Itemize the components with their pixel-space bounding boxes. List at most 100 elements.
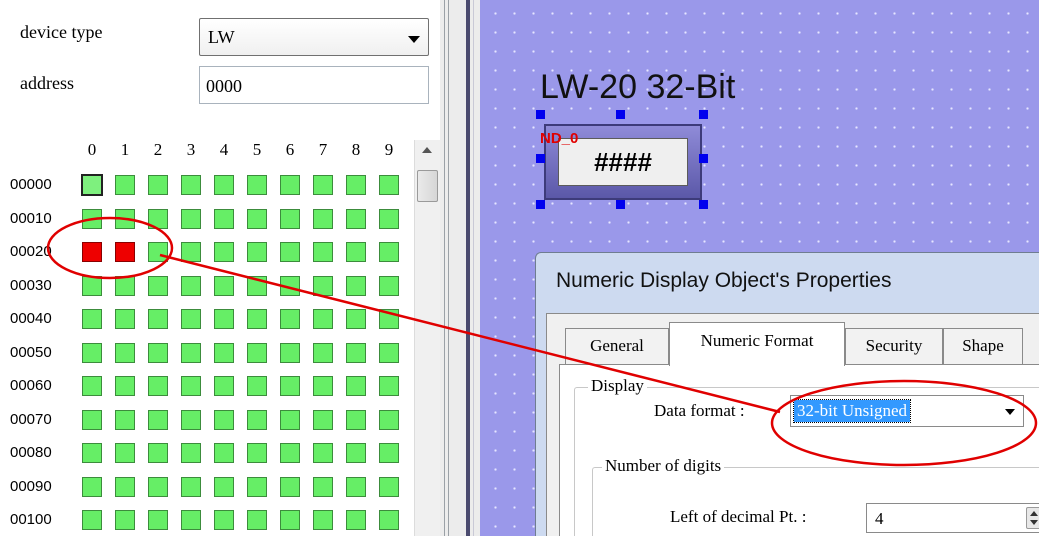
register-cell-00101[interactable]	[115, 510, 135, 530]
register-cell-00057[interactable]	[313, 343, 333, 363]
register-cell-00007[interactable]	[313, 175, 333, 195]
scroll-thumb[interactable]	[417, 170, 438, 202]
register-cell-00108[interactable]	[346, 510, 366, 530]
register-cell-00072[interactable]	[148, 410, 168, 430]
register-cell-00034[interactable]	[214, 276, 234, 296]
register-cell-00061[interactable]	[115, 376, 135, 396]
register-cell-00042[interactable]	[148, 309, 168, 329]
register-cell-00027[interactable]	[313, 242, 333, 262]
register-cell-00016[interactable]	[280, 209, 300, 229]
register-cell-00047[interactable]	[313, 309, 333, 329]
register-cell-00010[interactable]	[82, 209, 102, 229]
register-cell-00031[interactable]	[115, 276, 135, 296]
resize-handle-top-right[interactable]	[699, 110, 708, 119]
register-cell-00055[interactable]	[247, 343, 267, 363]
register-cell-00092[interactable]	[148, 477, 168, 497]
device-type-select[interactable]: LW	[199, 18, 429, 56]
register-cell-00003[interactable]	[181, 175, 201, 195]
left-of-decimal-input[interactable]: 4	[866, 503, 1039, 533]
data-format-select[interactable]: 32-bit Unsigned	[790, 395, 1024, 427]
register-cell-00067[interactable]	[313, 376, 333, 396]
register-cell-00103[interactable]	[181, 510, 201, 530]
register-cell-00017[interactable]	[313, 209, 333, 229]
chevron-down-icon[interactable]	[1005, 409, 1015, 415]
register-cell-00045[interactable]	[247, 309, 267, 329]
register-cell-00068[interactable]	[346, 376, 366, 396]
register-cell-00053[interactable]	[181, 343, 201, 363]
register-cell-00028[interactable]	[346, 242, 366, 262]
chevron-down-icon[interactable]	[408, 36, 420, 43]
register-cell-00106[interactable]	[280, 510, 300, 530]
register-cell-00075[interactable]	[247, 410, 267, 430]
address-input[interactable]: 0000	[199, 66, 429, 104]
grid-scrollbar[interactable]	[414, 140, 440, 536]
register-cell-00089[interactable]	[379, 443, 399, 463]
register-cell-00064[interactable]	[214, 376, 234, 396]
register-cell-00002[interactable]	[148, 175, 168, 195]
tab-numeric-format[interactable]: Numeric Format	[669, 322, 845, 366]
spinner-control[interactable]	[1026, 507, 1039, 529]
register-cell-00038[interactable]	[346, 276, 366, 296]
register-cell-00005[interactable]	[247, 175, 267, 195]
scroll-up-arrow-icon[interactable]	[422, 147, 432, 153]
register-cell-00025[interactable]	[247, 242, 267, 262]
spin-up-icon[interactable]	[1030, 511, 1038, 516]
register-cell-00035[interactable]	[247, 276, 267, 296]
register-cell-00059[interactable]	[379, 343, 399, 363]
register-cell-00056[interactable]	[280, 343, 300, 363]
register-cell-00104[interactable]	[214, 510, 234, 530]
register-cell-00030[interactable]	[82, 276, 102, 296]
register-cell-00093[interactable]	[181, 477, 201, 497]
register-cell-00021[interactable]	[115, 242, 135, 262]
register-cell-00076[interactable]	[280, 410, 300, 430]
resize-handle-top[interactable]	[616, 110, 625, 119]
register-cell-00084[interactable]	[214, 443, 234, 463]
register-cell-00079[interactable]	[379, 410, 399, 430]
register-cell-00083[interactable]	[181, 443, 201, 463]
register-cell-00066[interactable]	[280, 376, 300, 396]
register-cell-00046[interactable]	[280, 309, 300, 329]
register-cell-00020[interactable]	[82, 242, 102, 262]
register-cell-00044[interactable]	[214, 309, 234, 329]
tab-shape[interactable]: Shape	[943, 328, 1023, 364]
register-cell-00078[interactable]	[346, 410, 366, 430]
register-cell-00096[interactable]	[280, 477, 300, 497]
register-cell-00058[interactable]	[346, 343, 366, 363]
register-cell-00049[interactable]	[379, 309, 399, 329]
register-cell-00033[interactable]	[181, 276, 201, 296]
register-cell-00043[interactable]	[181, 309, 201, 329]
register-cell-00091[interactable]	[115, 477, 135, 497]
panel-splitter[interactable]	[440, 0, 480, 536]
register-cell-00099[interactable]	[379, 477, 399, 497]
tab-security[interactable]: Security	[845, 328, 943, 364]
register-cell-00094[interactable]	[214, 477, 234, 497]
register-cell-00050[interactable]	[82, 343, 102, 363]
register-cell-00090[interactable]	[82, 477, 102, 497]
register-cell-00019[interactable]	[379, 209, 399, 229]
register-cell-00071[interactable]	[115, 410, 135, 430]
register-cell-00029[interactable]	[379, 242, 399, 262]
resize-handle-bottom-right[interactable]	[699, 200, 708, 209]
register-cell-00008[interactable]	[346, 175, 366, 195]
resize-handle-bottom[interactable]	[616, 200, 625, 209]
register-cell-00095[interactable]	[247, 477, 267, 497]
register-cell-00000[interactable]	[81, 174, 103, 196]
register-cell-00054[interactable]	[214, 343, 234, 363]
register-cell-00004[interactable]	[214, 175, 234, 195]
register-cell-00036[interactable]	[280, 276, 300, 296]
register-cell-00011[interactable]	[115, 209, 135, 229]
register-cell-00006[interactable]	[280, 175, 300, 195]
register-cell-00048[interactable]	[346, 309, 366, 329]
register-cell-00012[interactable]	[148, 209, 168, 229]
register-cell-00069[interactable]	[379, 376, 399, 396]
register-cell-00013[interactable]	[181, 209, 201, 229]
register-cell-00086[interactable]	[280, 443, 300, 463]
register-cell-00041[interactable]	[115, 309, 135, 329]
register-cell-00087[interactable]	[313, 443, 333, 463]
resize-handle-bottom-left[interactable]	[536, 200, 545, 209]
register-cell-00077[interactable]	[313, 410, 333, 430]
register-cell-00009[interactable]	[379, 175, 399, 195]
register-cell-00040[interactable]	[82, 309, 102, 329]
register-cell-00097[interactable]	[313, 477, 333, 497]
register-cell-00015[interactable]	[247, 209, 267, 229]
